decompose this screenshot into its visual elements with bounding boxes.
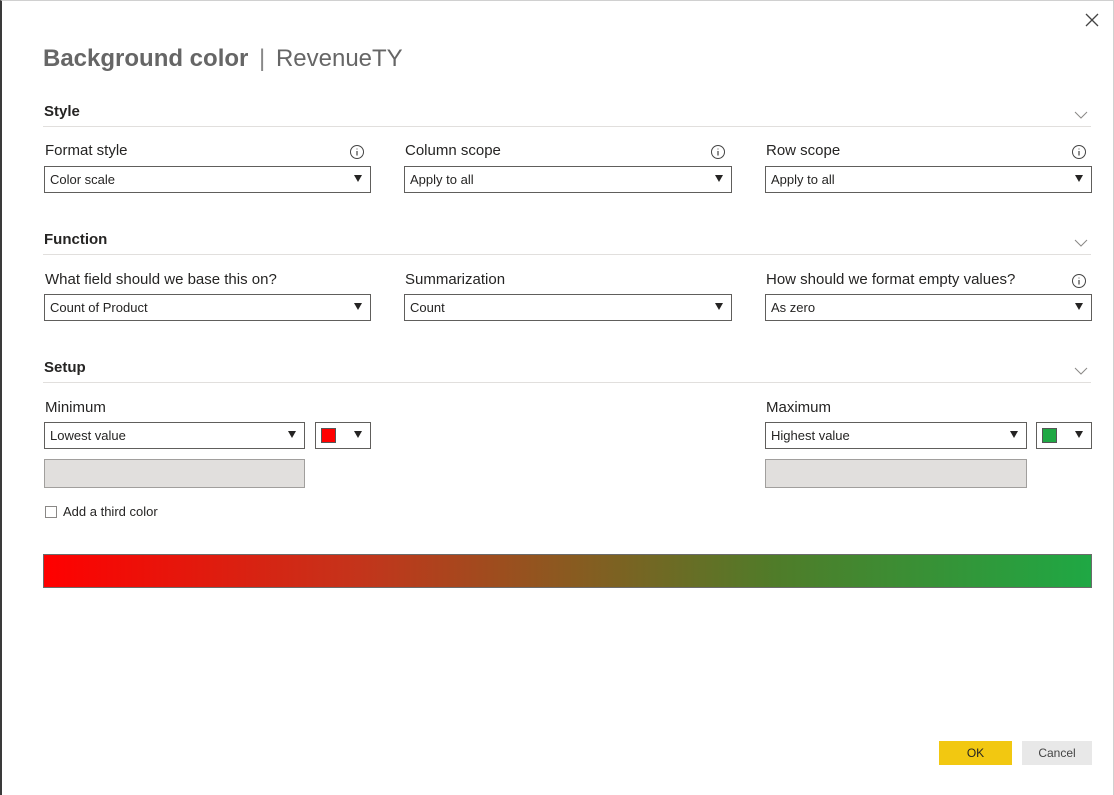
minimum-type-value: Lowest value bbox=[50, 428, 126, 443]
base-field-dropdown[interactable]: Count of Product bbox=[44, 294, 371, 321]
row-scope-dropdown[interactable]: Apply to all bbox=[765, 166, 1092, 193]
maximum-color-picker[interactable] bbox=[1036, 422, 1092, 449]
minimum-color-swatch bbox=[321, 428, 336, 443]
maximum-type-dropdown[interactable]: Highest value bbox=[765, 422, 1027, 449]
chevron-down-icon[interactable] bbox=[1073, 235, 1089, 251]
dialog-title: Background color | RevenueTY bbox=[43, 45, 403, 73]
maximum-color-swatch bbox=[1042, 428, 1057, 443]
chevron-down-icon bbox=[1075, 431, 1083, 438]
conditional-formatting-dialog: Background color | RevenueTY Style Forma… bbox=[0, 0, 1114, 795]
function-heading: Function bbox=[44, 231, 108, 248]
row-scope-value: Apply to all bbox=[771, 172, 835, 187]
empty-values-dropdown[interactable]: As zero bbox=[765, 294, 1092, 321]
third-color-checkbox[interactable] bbox=[45, 506, 57, 518]
empty-values-value: As zero bbox=[771, 300, 816, 315]
third-color-label[interactable]: Add a third color bbox=[63, 504, 158, 519]
ok-button[interactable]: OK bbox=[939, 741, 1012, 765]
empty-values-label: How should we format empty values? bbox=[766, 271, 1016, 288]
close-icon[interactable] bbox=[1081, 9, 1103, 31]
base-field-value: Count of Product bbox=[50, 300, 148, 315]
chevron-down-icon bbox=[1010, 431, 1018, 438]
maximum-value-input[interactable] bbox=[765, 459, 1027, 488]
minimum-label: Minimum bbox=[45, 399, 106, 416]
column-scope-label: Column scope bbox=[405, 142, 501, 159]
chevron-down-icon bbox=[715, 175, 723, 182]
column-scope-value: Apply to all bbox=[410, 172, 474, 187]
chevron-down-icon bbox=[288, 431, 296, 438]
dialog-title-main: Background color bbox=[43, 45, 249, 72]
chevron-down-icon bbox=[354, 175, 362, 182]
row-scope-label: Row scope bbox=[766, 142, 841, 159]
maximum-type-value: Highest value bbox=[771, 428, 850, 443]
title-separator: | bbox=[259, 45, 266, 72]
summarization-dropdown[interactable]: Count bbox=[404, 294, 732, 321]
function-section-header[interactable]: Function bbox=[43, 229, 1091, 255]
style-heading: Style bbox=[44, 103, 80, 120]
minimum-color-picker[interactable] bbox=[315, 422, 371, 449]
chevron-down-icon[interactable] bbox=[1073, 363, 1089, 379]
summarization-value: Count bbox=[410, 300, 445, 315]
format-style-label: Format style bbox=[45, 142, 128, 159]
setup-heading: Setup bbox=[44, 359, 86, 376]
minimum-value-input[interactable] bbox=[44, 459, 305, 488]
info-icon[interactable] bbox=[710, 144, 726, 160]
chevron-down-icon bbox=[715, 303, 723, 310]
base-field-label: What field should we base this on? bbox=[45, 271, 277, 288]
info-icon[interactable] bbox=[1071, 273, 1087, 289]
chevron-down-icon bbox=[354, 303, 362, 310]
maximum-label: Maximum bbox=[766, 399, 832, 416]
dialog-title-field: RevenueTY bbox=[275, 45, 403, 72]
format-style-dropdown[interactable]: Color scale bbox=[44, 166, 371, 193]
chevron-down-icon bbox=[354, 431, 362, 438]
cancel-button[interactable]: Cancel bbox=[1022, 741, 1092, 765]
format-style-value: Color scale bbox=[50, 172, 116, 187]
setup-section-header[interactable]: Setup bbox=[43, 357, 1091, 383]
chevron-down-icon bbox=[1075, 175, 1083, 182]
info-icon[interactable] bbox=[1071, 144, 1087, 160]
info-icon[interactable] bbox=[349, 144, 365, 160]
column-scope-dropdown[interactable]: Apply to all bbox=[404, 166, 732, 193]
style-section-header[interactable]: Style bbox=[43, 101, 1091, 127]
chevron-down-icon bbox=[1075, 303, 1083, 310]
summarization-label: Summarization bbox=[405, 271, 506, 288]
color-scale-preview bbox=[43, 554, 1092, 588]
minimum-type-dropdown[interactable]: Lowest value bbox=[44, 422, 305, 449]
chevron-down-icon[interactable] bbox=[1073, 107, 1089, 123]
